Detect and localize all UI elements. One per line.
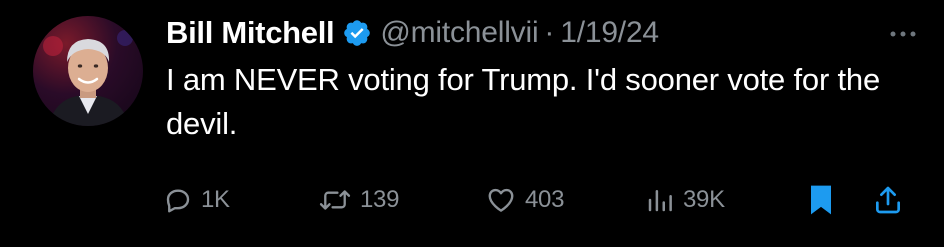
like-button[interactable]: 403 (485, 178, 564, 222)
more-dots-icon[interactable] (888, 26, 918, 37)
reply-icon (163, 185, 193, 215)
separator-dot: · (544, 16, 555, 49)
repost-icon (318, 185, 352, 215)
verified-badge-icon (342, 18, 372, 48)
repost-button[interactable]: 139 (318, 178, 399, 222)
tweet-date[interactable]: 1/19/24 (560, 16, 659, 50)
tweet: Bill Mitchell @mitchellvii · 1/19/24 I a… (0, 0, 944, 247)
reply-count: 1K (201, 186, 230, 213)
avatar[interactable] (33, 16, 143, 126)
reply-button[interactable]: 1K (163, 178, 230, 222)
views-button[interactable]: 39K (645, 178, 725, 222)
tweet-text: I am NEVER voting for Trump. I'd sooner … (166, 62, 880, 141)
tweet-header: Bill Mitchell @mitchellvii · 1/19/24 (166, 12, 659, 54)
share-icon (872, 184, 904, 216)
views-count: 39K (683, 186, 725, 213)
author-name[interactable]: Bill Mitchell (166, 15, 335, 51)
repost-count: 139 (360, 186, 400, 213)
views-chart-icon (645, 185, 675, 215)
like-count: 403 (525, 186, 565, 213)
action-bar: 1K 139 403 39K (0, 178, 944, 222)
share-button[interactable] (872, 178, 904, 222)
bookmark-button[interactable] (806, 178, 836, 222)
author-handle[interactable]: @mitchellvii (380, 16, 538, 50)
heart-icon (485, 185, 517, 215)
bookmark-icon (806, 183, 836, 217)
